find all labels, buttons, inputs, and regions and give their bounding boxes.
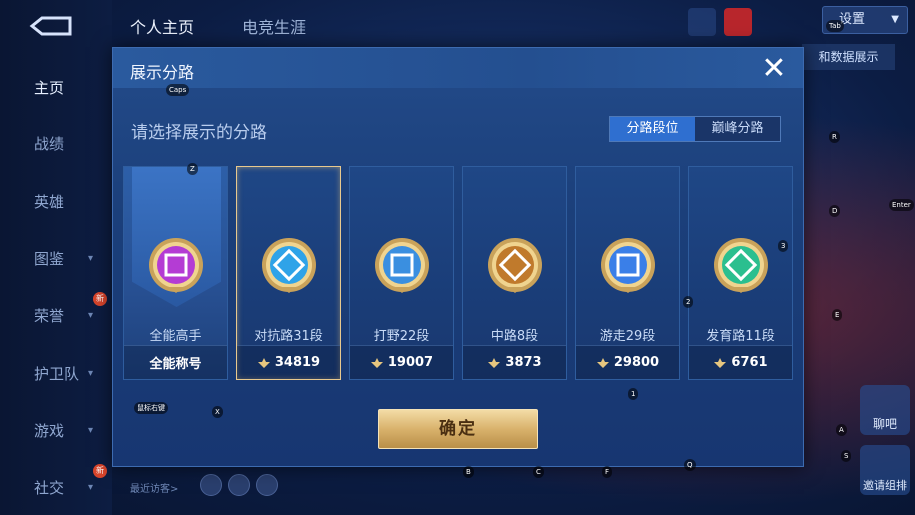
jungle-emblem-icon: [374, 238, 429, 293]
power-icon: [370, 357, 383, 368]
clash-lane-emblem-icon: [261, 238, 316, 293]
chevron-down-icon: ▾: [88, 424, 94, 436]
card-score-row: 29800: [576, 345, 679, 379]
lane-rank-label: 全能高手: [149, 329, 202, 344]
lane-display-modal: 展示分路 请选择展示的分路 分路段位 巅峰分路 全能高手 全能称号 对抗路31段 34…: [112, 47, 804, 467]
lane-card[interactable]: 打野22段 19007: [349, 166, 454, 380]
farm-lane-emblem-icon: [713, 238, 768, 293]
sidebar-item-label: 荣誉: [34, 306, 65, 325]
lane-card[interactable]: 发育路11段 6761: [688, 166, 793, 380]
invite-team-button[interactable]: 邀请组排: [860, 445, 910, 495]
tab-profile[interactable]: 个人主页: [130, 14, 194, 38]
sidebar-item-label: 战绩: [34, 134, 65, 153]
sidebar-item-label: 图鉴: [34, 249, 65, 268]
key-hint: A: [836, 424, 847, 436]
chevron-down-icon: ▾: [88, 481, 94, 493]
sidebar-item-label: 主页: [34, 78, 65, 97]
lane-card[interactable]: 中路8段 3873: [462, 166, 567, 380]
chat-button[interactable]: 聊吧: [860, 385, 910, 435]
power-icon: [714, 357, 727, 368]
lane-rank-label: 游走29段: [599, 329, 656, 344]
chevron-down-icon: ▾: [88, 367, 94, 379]
sidebar-item-1[interactable]: 战绩: [0, 128, 112, 158]
card-score-row: 34819: [237, 345, 340, 379]
sidebar-item-0[interactable]: 主页: [0, 72, 112, 102]
key-hint: X: [212, 406, 223, 418]
lane-rank-label: 发育路11段: [706, 329, 775, 344]
key-hint: Tab: [826, 20, 844, 32]
notification-icon[interactable]: [688, 8, 716, 36]
avatar[interactable]: [228, 474, 250, 496]
lane-rank-label: 对抗路31段: [254, 329, 323, 344]
key-hint: Q: [684, 459, 696, 471]
recent-visitors-link[interactable]: 最近访客>: [130, 480, 178, 495]
key-hint: 鼠标右键: [134, 402, 168, 414]
versatile-emblem-icon: [148, 238, 203, 293]
close-icon[interactable]: ✕: [760, 54, 788, 84]
vip-icon[interactable]: [724, 8, 752, 36]
key-hint: Caps: [166, 84, 190, 96]
power-icon: [257, 357, 270, 368]
lane-rank-label: 中路8段: [490, 329, 539, 344]
new-badge: 新: [93, 464, 107, 478]
tab-peak-lane[interactable]: 巅峰分路: [695, 117, 780, 141]
sidebar-item-5[interactable]: 护卫队 ▾: [0, 358, 112, 388]
sidebar-item-2[interactable]: 英雄: [0, 186, 112, 216]
sidebar-item-label: 英雄: [34, 192, 65, 211]
sidebar-item-4[interactable]: 荣誉 ▾ 新: [0, 292, 112, 330]
title-label: 全能称号: [149, 357, 202, 372]
key-hint: C: [533, 466, 544, 478]
sidebar-item-label: 社交: [34, 478, 65, 497]
chevron-down-icon: ▼: [891, 14, 899, 25]
sidebar-item-label: 游戏: [34, 421, 65, 440]
card-score-row: 19007: [350, 345, 453, 379]
key-hint: B: [463, 466, 474, 478]
chevron-down-icon: ▾: [88, 252, 94, 264]
power-score: 3873: [505, 355, 542, 370]
confirm-button[interactable]: 确定: [378, 409, 538, 449]
lane-mode-toggle: 分路段位 巅峰分路: [609, 116, 781, 142]
lane-card[interactable]: 全能高手 全能称号: [123, 166, 228, 380]
lane-card[interactable]: 游走29段 29800: [575, 166, 680, 380]
tab-esports-career[interactable]: 电竞生涯: [242, 14, 306, 38]
lane-card[interactable]: 对抗路31段 34819: [236, 166, 341, 380]
tab-lane-rank[interactable]: 分路段位: [610, 117, 695, 141]
card-score-row: 6761: [689, 345, 792, 379]
power-score: 19007: [387, 355, 434, 370]
new-badge: 新: [93, 292, 107, 306]
sidebar-item-3[interactable]: 图鉴 ▾: [0, 243, 112, 273]
card-score-row: 全能称号: [124, 345, 227, 379]
roam-emblem-icon: [600, 238, 655, 293]
left-nav: 主页 战绩 英雄 图鉴 ▾ 荣誉 ▾ 新护卫队 ▾ 游戏 ▾ 社交 ▾ 新: [0, 0, 112, 515]
avatar[interactable]: [256, 474, 278, 496]
modal-title: 展示分路: [130, 63, 195, 82]
key-hint: R: [829, 131, 840, 143]
card-score-row: 3873: [463, 345, 566, 379]
key-hint: Z: [187, 163, 198, 175]
power-score: 6761: [731, 355, 768, 370]
power-icon: [488, 357, 501, 368]
power-score: 29800: [613, 355, 660, 370]
sidebar-item-6[interactable]: 游戏 ▾: [0, 415, 112, 445]
sidebar-item-7[interactable]: 社交 ▾ 新: [0, 464, 112, 502]
key-hint: F: [602, 466, 613, 478]
mid-lane-emblem-icon: [487, 238, 542, 293]
avatar[interactable]: [200, 474, 222, 496]
sidebar-item-label: 护卫队: [34, 364, 80, 383]
modal-header: 展示分路: [113, 48, 803, 88]
lane-rank-label: 打野22段: [373, 329, 430, 344]
data-show-button[interactable]: 和数据展示: [802, 44, 895, 70]
key-hint: Enter: [889, 199, 914, 211]
back-icon[interactable]: [26, 14, 74, 38]
power-icon: [596, 357, 609, 368]
chevron-down-icon: ▾: [88, 309, 94, 321]
power-score: 34819: [274, 355, 321, 370]
lane-select-prompt: 请选择展示的分路: [131, 123, 267, 143]
